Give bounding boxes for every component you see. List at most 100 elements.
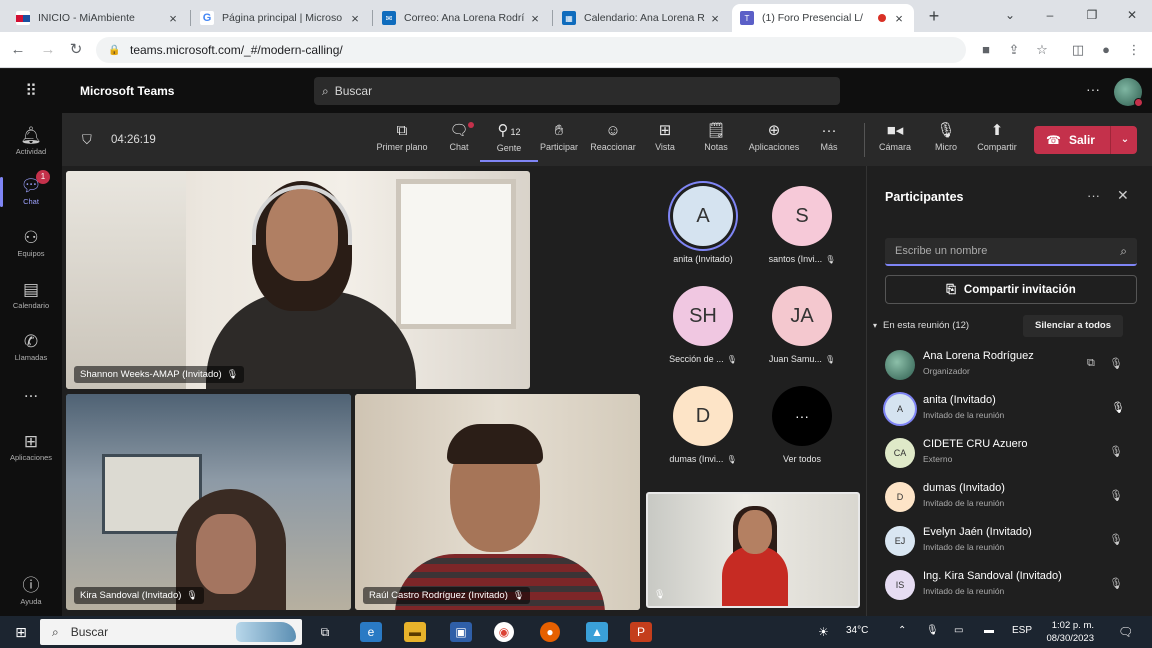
tab-title: Correo: Ana Lorena Rodrí [404, 12, 525, 24]
close-tab-icon[interactable]: × [166, 11, 180, 26]
more-button[interactable]: ··· Más [800, 120, 858, 162]
close-tab-icon[interactable]: × [708, 11, 722, 26]
browser-tab-3[interactable]: ✉ Correo: Ana Lorena Rodrí × [374, 4, 550, 32]
participant-row[interactable]: IS Ing. Kira Sandoval (Invitado) Invitad… [885, 566, 1143, 606]
browser-tab-5[interactable]: T (1) Foro Presencial L/ × [732, 4, 914, 32]
avatar: CA [885, 438, 915, 468]
rail-item-teams[interactable]: ⚇ Equipos [0, 221, 62, 267]
rail-item-chat[interactable]: 💬︎ 1 Chat [0, 169, 62, 215]
avatar [885, 350, 915, 380]
taskbar-search-input[interactable]: ⌕ Buscar [40, 619, 302, 645]
close-tab-icon[interactable]: × [892, 11, 906, 26]
rail-item-help[interactable]: ⓘ Ayuda [0, 569, 62, 615]
mic-button[interactable]: 🎙︎ Micro [917, 120, 975, 162]
profile-icon[interactable]: ● [1096, 40, 1116, 60]
share-invite-button[interactable]: ⎘ Compartir invitación [885, 275, 1137, 304]
clock[interactable]: 1:02 p. m. 08/30/2023 [1034, 619, 1094, 645]
forward-icon[interactable]: → [38, 40, 58, 60]
display-icon[interactable]: ▭ [954, 625, 963, 636]
side-panel-icon[interactable]: ◫ [1068, 40, 1088, 60]
photos-icon[interactable]: ▲ [586, 622, 608, 642]
more-icon[interactable]: ··· [1087, 188, 1100, 203]
react-button[interactable]: ☺ Reaccionar [584, 120, 642, 162]
browser-tab-4[interactable]: ▦ Calendario: Ana Lorena R × [554, 4, 730, 32]
network-icon[interactable]: ▬ [984, 625, 994, 636]
file-explorer-icon[interactable]: ▬ [404, 622, 426, 642]
tab-search-icon[interactable]: ⌄ [990, 4, 1030, 26]
panama-flag-icon [16, 11, 30, 25]
maximize-button[interactable]: ❐ [1072, 4, 1112, 26]
toolbar-label: Más [820, 142, 838, 152]
close-window-button[interactable]: ✕ [1112, 4, 1152, 26]
video-tile-kira[interactable]: Kira Sandoval (Invitado) 🎙︎ [66, 394, 351, 610]
browser-tab-2[interactable]: G Página principal | Microso × [192, 4, 370, 32]
new-tab-button[interactable]: + [924, 6, 944, 26]
video-tile-raul[interactable]: Raúl Castro Rodríguez (Invitado) 🎙︎ [355, 394, 640, 610]
windows-taskbar: ⊞ ⌕ Buscar ⧉ e ▬ ▣ ◉ ● ▲ P ☀︎ 34°C ⌃ 🎙︎ … [0, 616, 1152, 648]
chevron-up-icon[interactable]: ⌃ [898, 625, 906, 636]
windows-start-icon[interactable]: ⊞ [10, 622, 32, 642]
raise-hand-button[interactable]: ✋︎ Participar [530, 120, 588, 162]
back-icon[interactable]: ← [8, 40, 28, 60]
minimize-button[interactable]: – [1030, 4, 1070, 26]
section-label: En esta reunión (12) [883, 320, 970, 331]
notes-button[interactable]: 🗒︎ Notas [687, 120, 745, 162]
share-button[interactable]: ⬆ Compartir [968, 120, 1026, 162]
browser-toolbar: ← → ↻ 🔒 teams.microsoft.com/_#/modern-ca… [0, 32, 1152, 68]
spotlight-button[interactable]: ⧉ Primer plano [370, 120, 434, 162]
participant-row[interactable]: EJ Evelyn Jaén (Invitado) Invitado de la… [885, 522, 1143, 562]
reload-icon[interactable]: ↻ [66, 40, 86, 60]
share-page-icon[interactable]: ⇪ [1004, 40, 1024, 60]
browser-tab-1[interactable]: INICIO - MiAmbiente × [8, 4, 188, 32]
input-language[interactable]: ESP [1012, 625, 1032, 636]
participant-search-input[interactable]: Escribe un nombre ⌕ [885, 238, 1137, 266]
mic-icon[interactable]: 🎙︎ [926, 625, 939, 636]
chevron-down-icon[interactable]: ⌄ [1116, 126, 1134, 154]
rail-item-activity[interactable]: 🔔︎ Actividad [0, 119, 62, 165]
participant-row[interactable]: CA CIDETE CRU Azuero Externo 🎙︎ [885, 434, 1143, 474]
camera-button[interactable]: ■◂ Cámara [866, 120, 924, 162]
bookmark-star-icon[interactable]: ☆ [1032, 40, 1052, 60]
browser-menu-icon[interactable]: ⋮ [1124, 40, 1144, 60]
notifications-icon[interactable]: 🗨︎ [1118, 625, 1133, 639]
rail-item-apps[interactable]: ⊞ Aplicaciones [0, 425, 62, 471]
rail-item-calendar[interactable]: ▤ Calendario [0, 273, 62, 319]
gallery-tile[interactable]: D dumas (Invi... 🎙︎ [653, 374, 753, 474]
powerpoint-icon[interactable]: P [630, 622, 652, 642]
task-view-icon[interactable]: ⧉ [314, 622, 336, 642]
firefox-icon[interactable]: ● [540, 622, 560, 642]
close-tab-icon[interactable]: × [528, 11, 542, 26]
gallery-tile[interactable]: A anita (Invitado) [653, 174, 753, 274]
participant-row[interactable]: Ana Lorena Rodríguez Organizador ⧉ 🎙︎ [885, 346, 1143, 386]
weather-temp[interactable]: 34°C [846, 625, 868, 636]
apps-button[interactable]: ⊕ Aplicaciones [742, 120, 806, 162]
store-icon[interactable]: ▣ [450, 622, 472, 642]
gallery-tile[interactable]: S santos (Invi... 🎙︎ [752, 174, 852, 274]
gallery-tile[interactable]: JA Juan Samu... 🎙︎ [752, 274, 852, 374]
video-tile-shannon[interactable]: Shannon Weeks-AMAP (Invitado) 🎙︎ [66, 171, 530, 389]
clock-date: 08/30/2023 [1046, 633, 1094, 644]
address-bar[interactable]: 🔒 teams.microsoft.com/_#/modern-calling/ [96, 37, 966, 63]
settings-more-icon[interactable]: ··· [1086, 81, 1100, 97]
app-launcher-icon[interactable]: ⠿ [20, 81, 42, 103]
see-all-button[interactable]: ··· Ver todos [752, 374, 852, 474]
avatar[interactable] [1114, 78, 1143, 107]
rail-item-more[interactable]: ... [0, 375, 62, 405]
edge-icon[interactable]: e [360, 622, 382, 642]
rail-item-calls[interactable]: ✆ Llamadas [0, 325, 62, 371]
close-tab-icon[interactable]: × [348, 11, 362, 26]
camera-icon: ■◂ [886, 122, 904, 139]
cast-icon[interactable]: ■ [976, 40, 996, 60]
gallery-tile[interactable]: SH Sección de ... 🎙︎ [653, 274, 753, 374]
view-button[interactable]: ⊞ Vista [636, 120, 694, 162]
search-input[interactable]: ⌕ Buscar [314, 77, 840, 105]
chrome-icon[interactable]: ◉ [494, 622, 514, 642]
participant-row[interactable]: D dumas (Invitado) Invitado de la reunió… [885, 478, 1143, 518]
close-icon[interactable]: ✕ [1117, 187, 1129, 204]
toolbar-label: Vista [655, 142, 675, 152]
mute-all-button[interactable]: Silenciar a todos [1023, 315, 1123, 337]
participant-row[interactable]: A anita (Invitado) Invitado de la reunió… [885, 390, 1143, 430]
self-video[interactable]: 🎙︎ [646, 492, 860, 608]
section-header[interactable]: ▾ En esta reunión (12) [873, 320, 969, 331]
leave-button[interactable]: ☎ Salir ⌄ [1034, 126, 1137, 154]
